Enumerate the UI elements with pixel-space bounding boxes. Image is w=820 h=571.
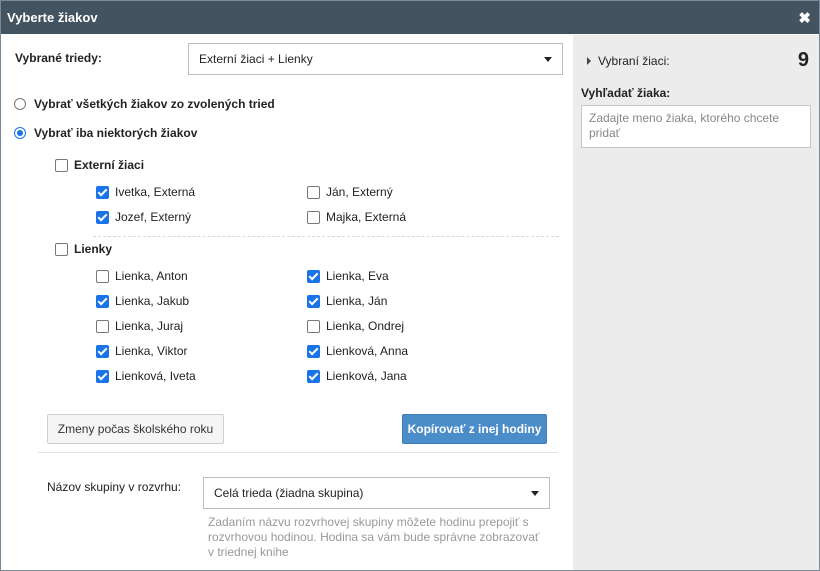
student-checkbox[interactable] [307,269,320,283]
student-item[interactable]: Lienka, Ján [307,294,387,308]
student-checkbox[interactable] [307,294,320,308]
student-checkbox[interactable] [96,319,109,333]
group-separator [93,236,559,237]
student-item[interactable]: Majka, Externá [307,210,406,224]
selected-students-count: 9 [797,49,809,71]
student-name: Ján, Externý [326,185,393,199]
radio-select-all[interactable]: Vybrať všetkých žiakov zo zvolených trie… [14,97,275,111]
student-checkbox[interactable] [96,269,109,283]
student-name: Lienka, Viktor [115,344,188,358]
student-checkbox[interactable] [307,185,320,199]
group-label: Externí žiaci [74,158,145,172]
student-name: Lienková, Iveta [115,369,196,383]
schedule-group-help: Zadaním názvu rozvrhovej skupiny môžete … [208,515,540,559]
student-checkbox[interactable] [307,344,320,358]
chevron-down-icon [531,490,539,496]
group-1-header[interactable]: Lienky [55,242,112,256]
classes-select-value: Externí žiaci + Lienky [199,52,313,66]
student-name: Lienka, Eva [326,269,389,283]
schedule-group-select-value: Celá trieda (žiadna skupina) [214,486,364,500]
school-year-changes-button[interactable]: Zmeny počas školského roku [47,414,224,444]
schedule-group-label: Názov skupiny v rozvrhu: [47,480,182,494]
radio-select-all-button[interactable] [14,98,26,110]
dialog-titlebar: Vyberte žiakov ✖ [1,1,819,34]
selected-students-label: Vybraní žiaci: [598,53,670,68]
search-student-label: Vyhľadať žiaka: [581,86,671,100]
student-checkbox[interactable] [307,210,320,224]
radio-select-some-button[interactable] [14,127,26,139]
student-item[interactable]: Lienková, Iveta [96,369,196,383]
student-checkbox[interactable] [96,294,109,308]
student-item[interactable]: Lienka, Ondrej [307,319,404,333]
select-students-dialog: Vyberte žiakov ✖ Vybrané triedy: Externí… [0,0,820,571]
classes-label: Vybrané triedy: [15,51,102,65]
student-name: Lienková, Jana [326,369,407,383]
student-name: Jozef, Externý [115,210,192,224]
main-panel: Vybrané triedy: Externí žiaci + Lienky V… [1,35,573,570]
student-checkbox[interactable] [96,185,109,199]
student-name: Lienka, Jakub [115,294,190,308]
selected-students-panel: Vybraní žiaci: 9 Vyhľadať žiaka: Zadajte… [573,35,819,570]
student-item[interactable]: Lienka, Anton [96,269,188,283]
chevron-down-icon [544,56,552,62]
student-checkbox[interactable] [307,369,320,383]
student-name: Lienka, Anton [115,269,188,283]
search-student-input[interactable]: Zadajte meno žiaka, ktorého chcete prida… [581,105,811,148]
group-label: Lienky [74,242,113,256]
radio-select-some[interactable]: Vybrať iba niektorých žiakov [14,126,197,140]
student-checkbox[interactable] [96,344,109,358]
radio-select-some-label: Vybrať iba niektorých žiakov [34,126,198,140]
caret-right-icon [587,56,591,65]
dialog-title: Vyberte žiakov [7,10,98,25]
student-name: Lienka, Juraj [115,319,184,333]
student-checkbox[interactable] [96,369,109,383]
student-name: Lienka, Ondrej [326,319,405,333]
student-item[interactable]: Lienková, Anna [307,344,408,358]
student-item[interactable]: Lienka, Viktor [96,344,188,358]
student-item[interactable]: Lienka, Jakub [96,294,189,308]
radio-select-all-label: Vybrať všetkých žiakov zo zvolených trie… [34,97,275,111]
student-item[interactable]: Ján, Externý [307,185,393,199]
group-checkbox[interactable] [55,158,68,172]
close-icon[interactable]: ✖ [798,9,811,27]
student-item[interactable]: Lienka, Eva [307,269,389,283]
student-name: Majka, Externá [326,210,407,224]
classes-row: Vybrané triedy: Externí žiaci + Lienky [15,43,563,75]
student-item[interactable]: Ivetka, Externá [96,185,195,199]
student-name: Ivetka, Externá [115,185,196,199]
student-checkbox[interactable] [307,319,320,333]
schedule-group-select[interactable]: Celá trieda (žiadna skupina) [203,477,550,509]
divider [38,452,558,453]
group-checkbox[interactable] [55,242,68,256]
selected-students-toggle[interactable]: Vybraní žiaci: 9 [587,49,809,72]
student-name: Lienková, Anna [326,344,409,358]
student-checkbox[interactable] [96,210,109,224]
student-item[interactable]: Lienková, Jana [307,369,407,383]
student-item[interactable]: Jozef, Externý [96,210,191,224]
student-name: Lienka, Ján [326,294,388,308]
classes-select[interactable]: Externí žiaci + Lienky [188,43,563,75]
student-item[interactable]: Lienka, Juraj [96,319,183,333]
group-0-header[interactable]: Externí žiaci [55,158,144,172]
copy-from-other-lesson-button[interactable]: Kopírovať z inej hodiny [402,414,547,444]
